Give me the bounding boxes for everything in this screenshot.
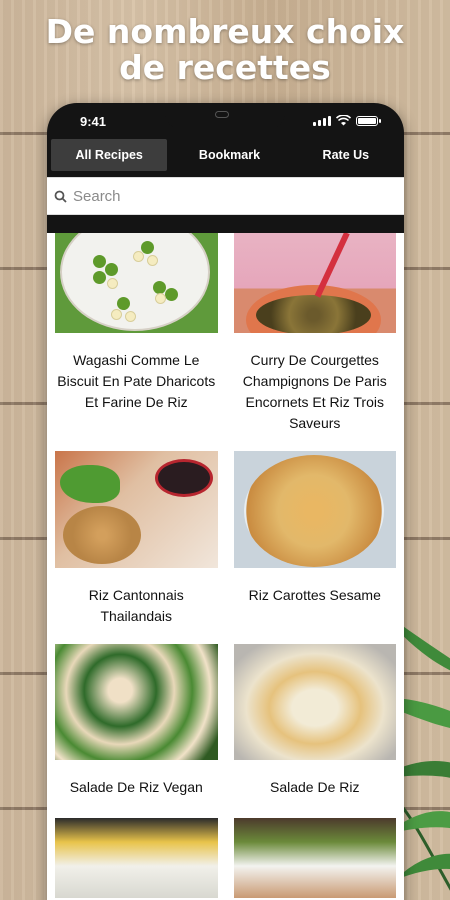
status-bar: 9:41 bbox=[47, 111, 404, 133]
recipe-card[interactable]: Salade De Riz Vegan bbox=[55, 644, 218, 818]
signal-icon bbox=[313, 116, 331, 126]
recipe-image bbox=[233, 818, 396, 898]
recipe-title: Curry De Courgettes Champignons De Paris… bbox=[242, 352, 387, 431]
recipe-list: Wagashi Comme Le Biscuit En Pate Dharico… bbox=[47, 233, 404, 900]
recipe-card[interactable]: Curry De Courgettes Champignons De Paris… bbox=[233, 233, 396, 451]
recipe-image bbox=[55, 818, 218, 898]
recipe-card[interactable]: Riz Carottes Sesame bbox=[233, 451, 396, 644]
recipe-title: Riz Carottes Sesame bbox=[248, 587, 381, 603]
tab-bookmark[interactable]: Bookmark bbox=[171, 139, 287, 171]
battery-icon bbox=[356, 116, 381, 126]
recipe-image bbox=[233, 233, 396, 333]
status-time: 9:41 bbox=[80, 114, 107, 129]
recipe-card[interactable] bbox=[233, 818, 396, 898]
tab-rate-us[interactable]: Rate Us bbox=[288, 139, 404, 171]
recipe-card[interactable]: Riz Cantonnais Thailandais bbox=[55, 451, 218, 644]
search-input[interactable]: Search bbox=[73, 188, 121, 205]
phone-frame: 9:41 All Recipes Bookmark Rate Us Search bbox=[47, 103, 404, 900]
recipe-title: Riz Cantonnais Thailandais bbox=[88, 587, 184, 624]
search-icon bbox=[54, 190, 67, 203]
recipe-image bbox=[55, 644, 218, 760]
tab-all-recipes[interactable]: All Recipes bbox=[51, 139, 168, 171]
promo-headline-line2: de recettes bbox=[119, 48, 331, 87]
recipe-image bbox=[233, 451, 396, 568]
recipe-card[interactable] bbox=[55, 818, 218, 898]
recipe-image bbox=[55, 451, 218, 568]
recipe-image bbox=[233, 644, 396, 760]
wifi-icon bbox=[336, 115, 351, 126]
promo-headline-line1: De nombreux choix bbox=[45, 12, 405, 51]
tab-bar: All Recipes Bookmark Rate Us bbox=[47, 139, 404, 171]
recipe-card[interactable]: Wagashi Comme Le Biscuit En Pate Dharico… bbox=[55, 233, 218, 451]
recipe-image bbox=[55, 233, 218, 333]
search-bar[interactable]: Search bbox=[47, 177, 404, 215]
recipe-title: Wagashi Comme Le Biscuit En Pate Dharico… bbox=[57, 352, 216, 410]
recipe-title: Salade De Riz Vegan bbox=[69, 779, 203, 795]
promo-headline: De nombreux choix de recettes bbox=[0, 14, 450, 86]
recipe-card[interactable]: Salade De Riz bbox=[233, 644, 396, 818]
recipe-title: Salade De Riz bbox=[270, 779, 360, 795]
